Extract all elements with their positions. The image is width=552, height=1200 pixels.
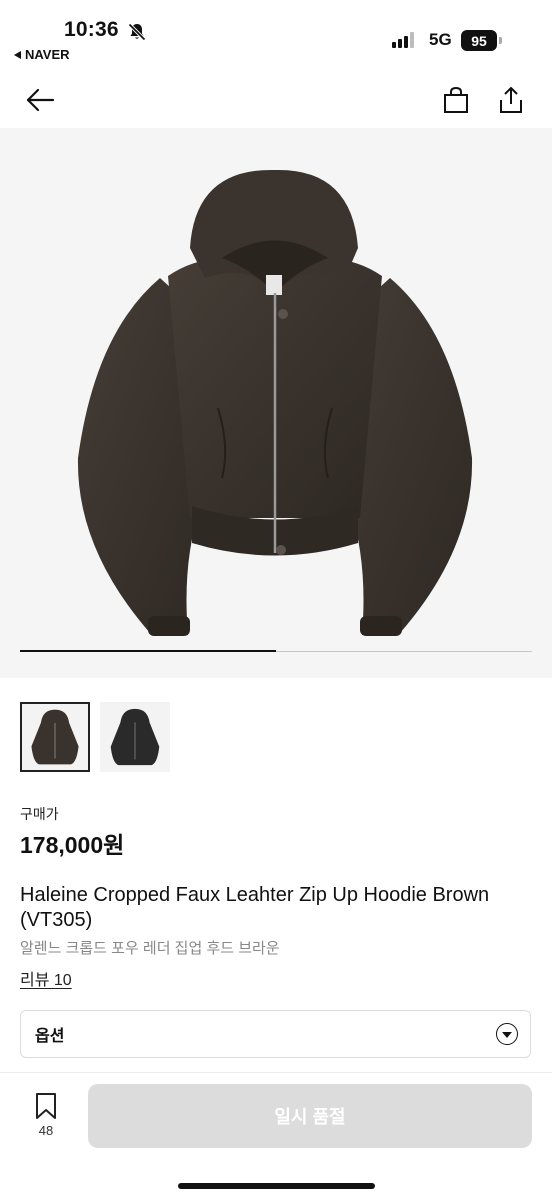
product-title-kr: 알렌느 크롭드 포우 레더 집업 후드 브라운 <box>20 940 280 957</box>
sold-out-button: 일시 품절 <box>88 1084 532 1148</box>
share-button[interactable] <box>491 80 531 120</box>
back-triangle-icon <box>14 50 21 59</box>
signal-icon <box>392 32 414 48</box>
option-label: 옵션 <box>35 1028 65 1045</box>
network-type: 5G <box>429 30 452 49</box>
status-bar: 10:36 NAVER 5G 95 <box>0 0 552 70</box>
product-photo <box>77 169 473 636</box>
product-title: Haleine Cropped Faux Leahter Zip Up Hood… <box>20 884 490 931</box>
thumbnail-black[interactable] <box>100 702 170 772</box>
back-button[interactable] <box>20 80 60 120</box>
status-time: 10:36 <box>64 18 119 41</box>
shopping-bag-icon <box>444 86 468 113</box>
product-image-carousel[interactable] <box>0 128 552 678</box>
option-select[interactable]: 옵션 <box>20 1010 531 1058</box>
carousel-progress-fill <box>20 650 276 652</box>
price: 178,000원 <box>20 832 125 858</box>
carousel-progress <box>20 650 532 652</box>
wishlist-button[interactable]: 48 <box>24 1092 68 1142</box>
battery-level: 95 <box>461 30 497 51</box>
cart-button[interactable] <box>436 80 476 120</box>
divider <box>0 1072 552 1073</box>
thumbnail-brown[interactable] <box>20 702 90 772</box>
battery-icon: 95 <box>461 30 502 51</box>
back-arrow-icon <box>26 88 55 112</box>
battery-nub <box>499 37 502 44</box>
back-app-label: NAVER <box>25 47 70 62</box>
thumbnail-black-image <box>101 703 169 771</box>
chevron-down-icon <box>496 1023 518 1045</box>
thumbnail-strip <box>20 702 170 772</box>
share-icon <box>500 87 522 113</box>
bookmark-icon <box>36 1093 56 1119</box>
home-indicator <box>178 1183 375 1189</box>
thumbnail-brown-image <box>22 704 88 770</box>
nav-bar <box>0 70 552 126</box>
wish-count: 48 <box>38 1123 54 1138</box>
price-label: 구매가 <box>20 806 59 822</box>
back-to-app-link[interactable]: NAVER <box>14 47 70 62</box>
review-link[interactable]: 리뷰 10 <box>20 966 72 990</box>
bell-off-icon <box>128 23 146 41</box>
